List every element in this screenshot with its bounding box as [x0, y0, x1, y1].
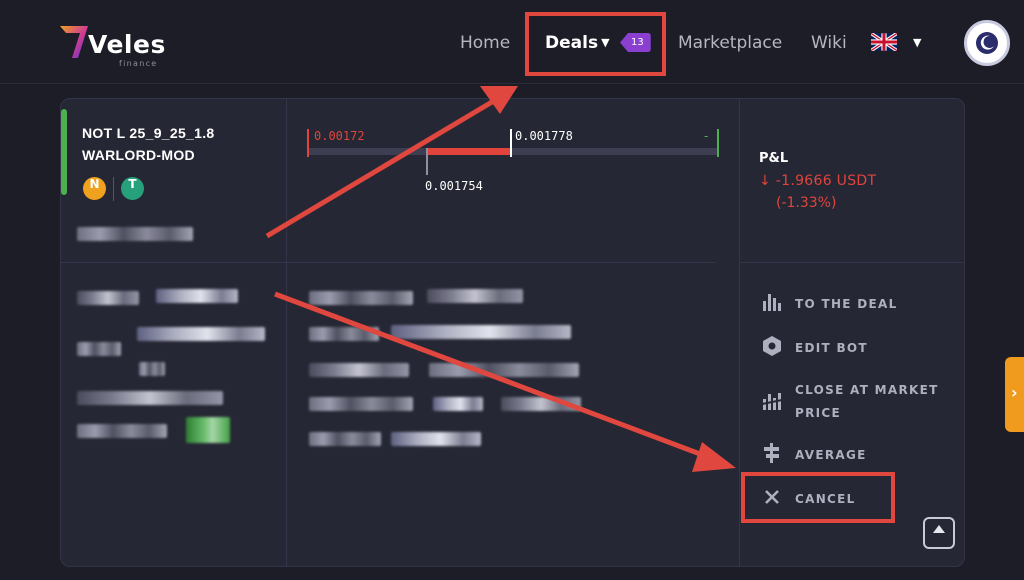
redacted-text [137, 327, 265, 341]
redacted-text [433, 397, 483, 411]
nav-home[interactable]: Home [460, 33, 510, 53]
tether-coin-icon: T [121, 177, 144, 200]
moon-icon [976, 32, 998, 54]
nav-deals[interactable]: Deals ▼ [545, 33, 610, 53]
nav-wiki[interactable]: Wiki [811, 33, 847, 53]
top-navigation: Veles finance Home Deals ▼ 13 Marketplace… [0, 0, 1024, 84]
divider [286, 99, 287, 566]
current-price-label: 0.001778 [515, 129, 573, 143]
divider [739, 99, 740, 566]
hexagon-icon [763, 336, 781, 356]
logo-word: Veles [88, 30, 166, 59]
bot-name-line-2: WARLORD-MOD [82, 147, 195, 163]
average-price-label: 0.001754 [425, 179, 483, 193]
bot-name-line-1: NOT L 25_9_25_1.8 [82, 125, 215, 141]
close-market-icon [761, 393, 783, 410]
bot-name[interactable]: NOT L 25_9_25_1.8 WARLORD-MOD [82, 122, 282, 166]
pnl-percent: (-1.33%) [776, 195, 837, 211]
range-fill [426, 148, 512, 155]
redacted-text [77, 391, 223, 405]
divider [739, 262, 964, 263]
redacted-text [391, 325, 571, 339]
pnl-title: P&L [759, 151, 789, 166]
deal-status-indicator [61, 109, 67, 195]
uk-flag-icon[interactable] [871, 33, 897, 51]
redacted-text [391, 432, 481, 446]
veles-logo[interactable]: Veles finance [58, 18, 168, 70]
edit-bot-label: EDIT BOT [795, 341, 868, 355]
redacted-text [309, 397, 413, 411]
redacted-text [309, 363, 409, 377]
chevron-right-icon: › [1011, 383, 1018, 402]
redacted-text [309, 432, 381, 446]
redacted-text [77, 227, 193, 241]
low-price-label: 0.00172 [314, 129, 365, 143]
side-panel-toggle[interactable]: › [1005, 357, 1024, 432]
close-at-market-label-1: CLOSE AT MARKET [795, 383, 939, 397]
collapse-card-button[interactable] [923, 517, 955, 549]
divider [61, 262, 716, 263]
nav-deals-label: Deals [545, 33, 599, 53]
redacted-text [501, 397, 581, 411]
price-range-bar: 0.00172 0.001778 - 0.001754 [307, 129, 719, 193]
average-price-marker [426, 148, 428, 175]
current-price-marker [510, 129, 512, 157]
redacted-status-badge [186, 417, 230, 443]
theme-toggle-button[interactable] [964, 20, 1010, 66]
high-price-label: - [704, 129, 709, 143]
to-the-deal-label: TO THE DEAL [795, 297, 898, 311]
low-price-marker [307, 129, 309, 157]
base-coin-icon: N [83, 177, 106, 200]
average-icon [764, 443, 779, 463]
language-caret-icon[interactable]: ▼ [913, 36, 921, 49]
chevron-up-icon [933, 525, 945, 533]
logo-subtitle: finance [119, 59, 158, 68]
range-track [307, 148, 717, 155]
redacted-text [77, 291, 139, 305]
redacted-text [309, 291, 413, 305]
pnl-value: ↓ -1.9666 USDT [759, 173, 877, 189]
cancel-label: CANCEL [795, 492, 856, 506]
redacted-text [429, 363, 579, 377]
redacted-text [427, 289, 523, 303]
nav-marketplace[interactable]: Marketplace [678, 33, 782, 53]
redacted-text [156, 289, 238, 303]
coin-separator [113, 177, 114, 201]
chart-bars-icon [763, 294, 781, 311]
high-price-marker [717, 129, 719, 157]
close-icon [765, 490, 779, 504]
deals-count-badge: 13 [620, 33, 651, 52]
average-label: AVERAGE [795, 448, 867, 462]
redacted-text [77, 342, 121, 356]
deal-card: NOT L 25_9_25_1.8 WARLORD-MOD N T 0.0017… [60, 98, 965, 567]
caret-down-icon: ▼ [601, 36, 610, 49]
close-at-market-label-2: PRICE [795, 406, 842, 420]
redacted-text [139, 362, 165, 376]
redacted-text [77, 424, 167, 438]
redacted-text [309, 327, 379, 341]
